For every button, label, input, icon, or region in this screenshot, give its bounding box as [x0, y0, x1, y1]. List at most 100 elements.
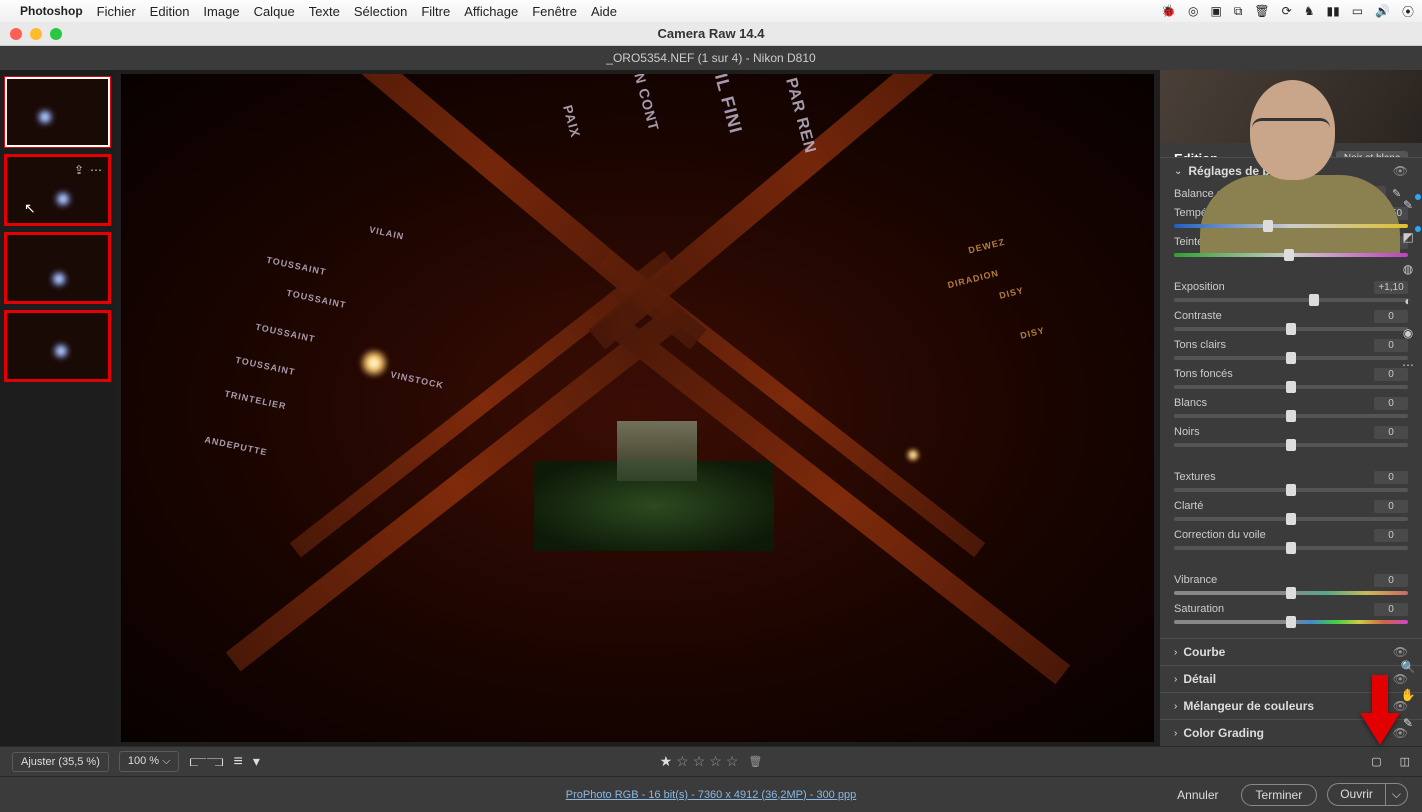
- menu-edition[interactable]: Edition: [150, 4, 190, 19]
- slider-value[interactable]: 0: [1374, 603, 1408, 616]
- star-icon: ☆: [676, 753, 689, 770]
- slider-label: Tons foncés: [1174, 368, 1233, 381]
- slider-label: Noirs: [1174, 426, 1200, 439]
- thumbnail[interactable]: [4, 76, 111, 148]
- section-courbe: ›Courbe👁: [1160, 638, 1422, 665]
- slider-label: Exposition: [1174, 281, 1225, 294]
- view-single-icon[interactable]: ▢: [1371, 755, 1381, 768]
- slider-tons-clairs[interactable]: Tons clairs0: [1174, 339, 1408, 360]
- status-icon[interactable]: ♞: [1304, 4, 1315, 18]
- slider-saturation[interactable]: Saturation0: [1174, 603, 1408, 624]
- slider-noirs[interactable]: Noirs 0: [1174, 426, 1408, 447]
- edit-tool-icon[interactable]: ✎: [1399, 196, 1417, 214]
- menu-affichage[interactable]: Affichage: [464, 4, 518, 19]
- slider-blancs[interactable]: Blancs0: [1174, 397, 1408, 418]
- status-icon[interactable]: ▭: [1352, 4, 1363, 18]
- status-icon[interactable]: ⧉: [1234, 4, 1243, 19]
- mac-menubar: Photoshop Fichier Edition Image Calque T…: [0, 0, 1422, 22]
- menu-filtre[interactable]: Filtre: [421, 4, 450, 19]
- crop-tool-icon[interactable]: ◩: [1399, 228, 1417, 246]
- open-button[interactable]: Ouvrir⌵: [1327, 783, 1408, 806]
- slider-value[interactable]: 0: [1374, 426, 1408, 439]
- menu-calque[interactable]: Calque: [254, 4, 295, 19]
- slider-value[interactable]: 0: [1374, 471, 1408, 484]
- funnel-icon[interactable]: ▾: [253, 753, 260, 770]
- section-header[interactable]: ›Courbe👁: [1174, 645, 1408, 659]
- status-icon[interactable]: 🐞: [1161, 4, 1176, 18]
- rating-stars[interactable]: ★ ☆ ☆ ☆ ☆ 🗑: [660, 753, 763, 770]
- window-title: Camera Raw 14.4: [0, 26, 1422, 41]
- star-icon: ☆: [726, 753, 739, 770]
- star-icon: ☆: [693, 753, 706, 770]
- status-icon[interactable]: ⟳: [1282, 4, 1292, 18]
- slider-label: Contraste: [1174, 310, 1222, 323]
- eye-icon[interactable]: 👁: [1393, 645, 1408, 659]
- app-name[interactable]: Photoshop: [20, 4, 83, 18]
- canvas-area: TOUSSAINT TOUSSAINT TOUSSAINT TOUSSAINT …: [115, 70, 1160, 746]
- chevron-down-icon: ⌄: [1174, 166, 1182, 177]
- menu-aide[interactable]: Aide: [591, 4, 617, 19]
- mask-tool-icon[interactable]: ◐: [1399, 292, 1417, 310]
- status-icon[interactable]: ▮▮: [1326, 4, 1339, 18]
- right-panel: Edition Auto Noir et blanc Profil Adobe …: [1160, 70, 1422, 746]
- chevron-right-icon: ›: [1174, 647, 1177, 658]
- workflow-link[interactable]: ProPhoto RGB - 16 bit(s) - 7360 x 4912 (…: [566, 789, 856, 801]
- slider-textures[interactable]: Textures0: [1174, 471, 1408, 492]
- chevron-right-icon: ›: [1174, 728, 1177, 739]
- slider-tons-foncés[interactable]: Tons foncés0: [1174, 368, 1408, 389]
- fit-dropdown[interactable]: Ajuster (35,5 %): [12, 752, 109, 772]
- heal-tool-icon[interactable]: ◍: [1399, 260, 1417, 278]
- more-icon[interactable]: ⋯: [90, 163, 102, 177]
- eye-icon[interactable]: 👁: [1393, 164, 1408, 178]
- status-icon[interactable]: ⦿: [1402, 3, 1414, 20]
- zoom-tool-icon[interactable]: 🔍: [1401, 660, 1416, 674]
- done-button[interactable]: Terminer: [1241, 784, 1318, 806]
- image-preview[interactable]: TOUSSAINT TOUSSAINT TOUSSAINT TOUSSAINT …: [121, 74, 1154, 742]
- slider-label: Vibrance: [1174, 574, 1217, 587]
- slider-correction-du-voile[interactable]: Correction du voile0: [1174, 529, 1408, 550]
- menu-fichier[interactable]: Fichier: [97, 4, 136, 19]
- slider-label: Tons clairs: [1174, 339, 1226, 352]
- sampler-tool-icon[interactable]: ✎: [1403, 716, 1413, 730]
- thumbnail[interactable]: ⇪⋯: [4, 154, 111, 226]
- status-icon[interactable]: 🗑: [1254, 4, 1269, 18]
- slider-value[interactable]: 0: [1374, 529, 1408, 542]
- status-icon[interactable]: 🔊: [1375, 4, 1390, 18]
- slider-contraste[interactable]: Contraste0: [1174, 310, 1408, 331]
- hand-tool-icon[interactable]: ✋: [1401, 688, 1416, 702]
- slider-clarté[interactable]: Clarté0: [1174, 500, 1408, 521]
- slider-vibrance[interactable]: Vibrance 0: [1174, 574, 1408, 595]
- mouse-cursor-icon: ↖: [24, 200, 36, 217]
- webcam-overlay: [1160, 70, 1422, 143]
- menu-fenetre[interactable]: Fenêtre: [532, 4, 577, 19]
- zoom-dropdown[interactable]: 100 % ⌵: [119, 751, 180, 772]
- slider-value[interactable]: 0: [1374, 500, 1408, 513]
- footer-bar: ProPhoto RGB - 16 bit(s) - 7360 x 4912 (…: [0, 776, 1422, 812]
- redeye-tool-icon[interactable]: ◉: [1399, 324, 1417, 342]
- filter-icon[interactable]: ≡: [234, 753, 243, 771]
- menubar-status-icons: 🐞 ◎ ▣ ⧉ 🗑 ⟳ ♞ ▮▮ ▭ 🔊 ⦿: [1161, 3, 1414, 20]
- menu-selection[interactable]: Sélection: [354, 4, 407, 19]
- slider-value[interactable]: 0: [1374, 397, 1408, 410]
- thumbnail[interactable]: [4, 310, 111, 382]
- thumbnail[interactable]: [4, 232, 111, 304]
- window-titlebar: Camera Raw 14.4: [0, 22, 1422, 46]
- trash-icon[interactable]: 🗑: [748, 755, 762, 768]
- star-icon: ☆: [709, 753, 722, 770]
- chevron-down-icon: ⌵: [1386, 783, 1408, 806]
- sort-icon[interactable]: ⫍⫎: [189, 753, 223, 771]
- view-compare-icon[interactable]: ◫: [1400, 755, 1410, 768]
- file-info-bar: _ORO5354.NEF (1 sur 4) - Nikon D810: [0, 46, 1422, 70]
- slider-exposition[interactable]: Exposition+1,10: [1174, 281, 1408, 302]
- cancel-button[interactable]: Annuler: [1165, 784, 1230, 806]
- status-icon[interactable]: ▣: [1210, 4, 1221, 18]
- chevron-right-icon: ›: [1174, 701, 1177, 712]
- more-tool-icon[interactable]: ⋯: [1399, 356, 1417, 374]
- filmstrip: ⇪⋯: [0, 70, 115, 746]
- menu-image[interactable]: Image: [203, 4, 239, 19]
- menu-texte[interactable]: Texte: [309, 4, 340, 19]
- status-icon[interactable]: ◎: [1188, 4, 1198, 18]
- slider-value[interactable]: 0: [1374, 574, 1408, 587]
- export-icon[interactable]: ⇪: [74, 163, 84, 177]
- bottom-toolbar: Ajuster (35,5 %) 100 % ⌵ ⫍⫎ ≡ ▾ ★ ☆ ☆ ☆ …: [0, 746, 1422, 776]
